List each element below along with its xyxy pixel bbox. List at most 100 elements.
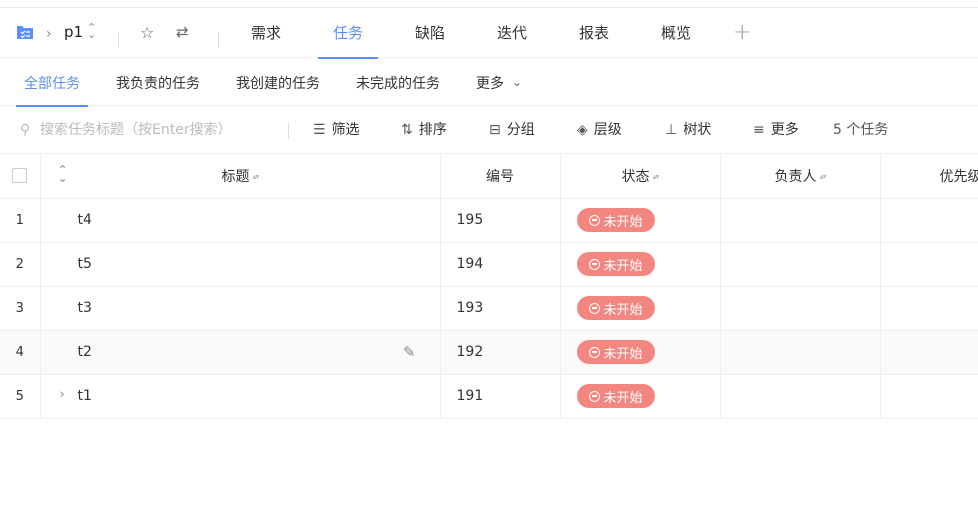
add-tab-icon[interactable]: + [733, 20, 751, 45]
status-badge[interactable]: 未开始 [576, 340, 655, 364]
column-header-code[interactable]: 编号 [440, 154, 561, 199]
assignee-cell[interactable] [720, 198, 881, 243]
row-index: 4 [0, 330, 41, 375]
expand-all-icon[interactable]: ⌃ ⌄ [58, 164, 68, 184]
priority-cell[interactable] [880, 242, 978, 287]
tab-iterations[interactable]: 迭代 [484, 8, 540, 58]
table-row[interactable]: 1 t4 195 未开始 [0, 198, 978, 243]
task-title[interactable]: t1 [78, 388, 92, 404]
divider [288, 123, 289, 139]
select-all-checkbox[interactable] [12, 168, 28, 184]
title-cell[interactable]: t4 [40, 198, 441, 243]
column-header-priority[interactable]: 优先级 [880, 154, 978, 199]
task-title[interactable]: t4 [78, 212, 92, 228]
sort-indicator-icon: ▴▾ [252, 172, 259, 182]
task-code: 195 [440, 198, 561, 243]
chevron-down-icon[interactable]: ⌄ [512, 75, 522, 89]
tree-icon: ⊥ [665, 122, 678, 138]
group-label: 分组 [506, 122, 535, 138]
status-cell[interactable]: 未开始 [560, 330, 721, 375]
column-status-label: 状态 [621, 168, 650, 185]
breadcrumb-chevron-icon: › [46, 26, 52, 42]
filter-icon: ☰ [313, 122, 326, 138]
status-badge[interactable]: 未开始 [576, 208, 655, 232]
project-switch-icon[interactable]: ⌃ ⌄ [87, 22, 96, 40]
status-label: 未开始 [603, 214, 643, 230]
task-count: 5 个任务 [833, 122, 889, 138]
tab-tasks[interactable]: 任务 [318, 8, 378, 59]
more-label: 更多 [770, 122, 799, 138]
title-cell[interactable]: t3 [40, 286, 441, 331]
edit-icon[interactable]: ✎ [403, 343, 416, 361]
assignee-cell[interactable] [720, 286, 881, 331]
column-code-label: 编号 [486, 168, 514, 185]
title-cell[interactable]: › t1 [40, 374, 441, 419]
search-icon: ⚲ [20, 122, 31, 138]
tab-defects[interactable]: 缺陷 [402, 8, 458, 58]
task-view-tabs: 全部任务 我负责的任务 我创建的任务 未完成的任务 更多 ⌄ [0, 58, 978, 107]
status-cell[interactable]: 未开始 [560, 374, 721, 419]
task-title[interactable]: t5 [78, 256, 92, 272]
table-row[interactable]: 5 › t1 191 未开始 [0, 374, 978, 419]
column-header-status[interactable]: 状态 ▴▾ [560, 154, 721, 199]
sort-button[interactable]: ⇅ 排序 [401, 106, 447, 154]
sort-label: 排序 [418, 122, 447, 138]
column-header-title[interactable]: ⌃ ⌄ 标题 ▴▾ [40, 154, 441, 199]
star-icon[interactable]: ☆ [140, 23, 154, 42]
status-cell[interactable]: 未开始 [560, 198, 721, 243]
more-button[interactable]: ≡ 更多 [753, 106, 799, 154]
status-cell[interactable]: 未开始 [560, 286, 721, 331]
divider [218, 32, 219, 48]
search-input[interactable] [40, 118, 270, 142]
table-row[interactable]: 3 t3 193 未开始 [0, 286, 978, 331]
column-header-assignee[interactable]: 负责人 ▴▾ [720, 154, 881, 199]
status-badge[interactable]: 未开始 [576, 252, 655, 276]
table-row[interactable]: 4 t2 ✎ 192 未开始 [0, 330, 978, 375]
level-button[interactable]: ◈ 层级 [577, 106, 622, 154]
task-title[interactable]: t3 [78, 300, 92, 316]
title-cell[interactable]: t2 ✎ [40, 330, 441, 375]
subtab-my-assigned[interactable]: 我负责的任务 [116, 58, 200, 106]
divider [118, 32, 119, 48]
assignee-cell[interactable] [720, 374, 881, 419]
filter-button[interactable]: ☰ 筛选 [313, 106, 360, 154]
project-header: › p1 ⌃ ⌄ ☆ ⇄ 需求 任务 缺陷 迭代 报表 概览 + [0, 8, 978, 59]
assignee-cell[interactable] [720, 330, 881, 375]
subtab-more[interactable]: 更多 [476, 58, 504, 106]
expand-chevron-icon[interactable]: › [60, 387, 65, 402]
status-not-started-icon [588, 214, 600, 226]
filter-label: 筛选 [331, 122, 360, 138]
subtab-my-created[interactable]: 我创建的任务 [236, 58, 320, 106]
priority-cell[interactable] [880, 330, 978, 375]
priority-cell[interactable] [880, 286, 978, 331]
table-row[interactable]: 2 t5 194 未开始 [0, 242, 978, 287]
column-priority-label: 优先级 [939, 168, 978, 185]
task-title[interactable]: t2 [78, 344, 92, 360]
status-label: 未开始 [603, 390, 643, 406]
sort-indicator-icon: ▴▾ [652, 172, 659, 182]
project-name[interactable]: p1 [64, 23, 83, 41]
title-cell[interactable]: t5 [40, 242, 441, 287]
task-code: 194 [440, 242, 561, 287]
status-cell[interactable]: 未开始 [560, 242, 721, 287]
group-icon: ⊟ [489, 122, 501, 138]
task-table: ⌃ ⌄ 标题 ▴▾ 编号 状态 ▴▾ 负责人 ▴▾ 优先级 1 t4 195 未开始 [0, 154, 978, 419]
swap-icon[interactable]: ⇄ [176, 23, 189, 41]
project-folder-icon[interactable] [16, 24, 34, 40]
status-badge[interactable]: 未开始 [576, 384, 655, 408]
assignee-cell[interactable] [720, 242, 881, 287]
tree-button[interactable]: ⊥ 树状 [665, 106, 711, 154]
priority-cell[interactable] [880, 198, 978, 243]
task-toolbar: ⚲ ☰ 筛选 ⇅ 排序 ⊟ 分组 ◈ 层级 ⊥ 树状 ≡ 更多 5 个任务 [0, 106, 978, 154]
tab-requirements[interactable]: 需求 [238, 8, 294, 58]
table-header-row: ⌃ ⌄ 标题 ▴▾ 编号 状态 ▴▾ 负责人 ▴▾ 优先级 [0, 154, 978, 199]
status-badge[interactable]: 未开始 [576, 296, 655, 320]
tab-overview[interactable]: 概览 [648, 8, 704, 58]
select-all-cell [0, 154, 41, 199]
group-button[interactable]: ⊟ 分组 [489, 106, 535, 154]
window-top-border [0, 0, 978, 8]
subtab-unfinished[interactable]: 未完成的任务 [356, 58, 440, 106]
priority-cell[interactable] [880, 374, 978, 419]
subtab-all-tasks[interactable]: 全部任务 [16, 58, 88, 107]
tab-reports[interactable]: 报表 [566, 8, 622, 58]
